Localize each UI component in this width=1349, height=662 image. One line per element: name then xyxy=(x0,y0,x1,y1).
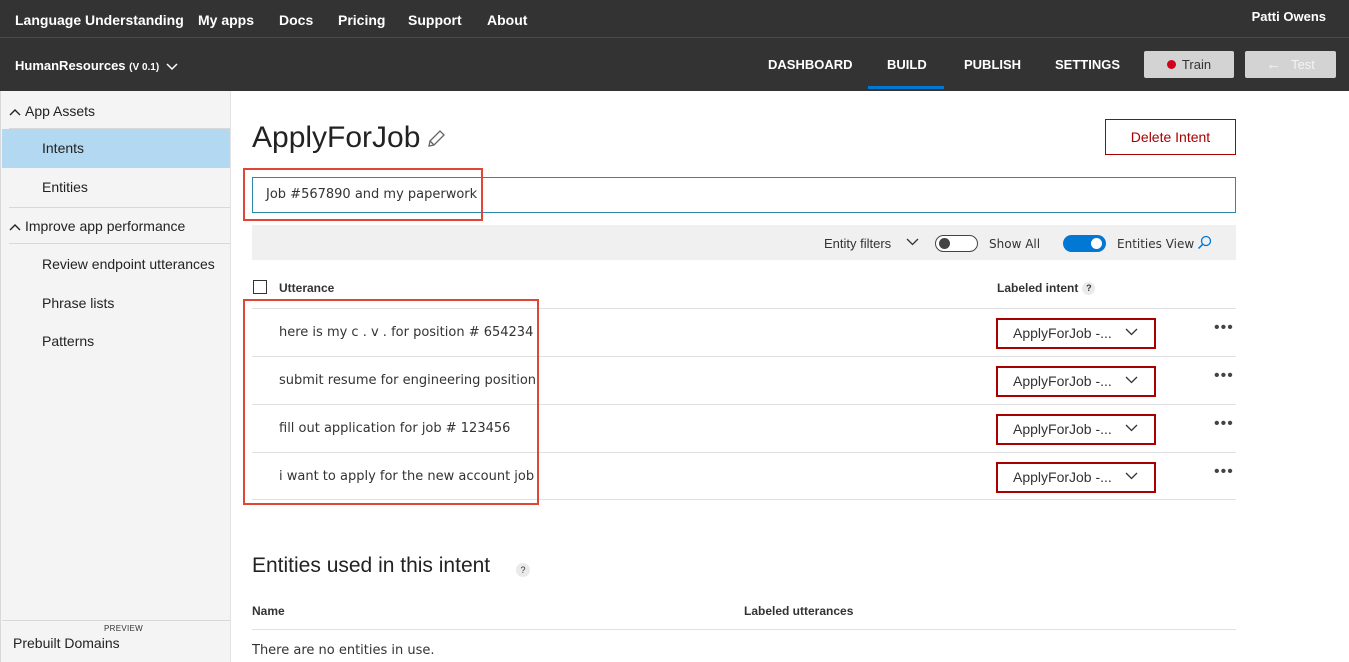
entity-filters-dropdown[interactable]: Entity filters xyxy=(824,236,891,251)
prebuilt-domains-label: Prebuilt Domains xyxy=(13,635,120,651)
chevron-down-icon xyxy=(166,63,178,70)
sidebar-item-entities[interactable]: Entities xyxy=(2,168,230,207)
chevron-down-icon xyxy=(1125,376,1138,384)
divider xyxy=(9,243,230,244)
intent-value: ApplyForJob -... xyxy=(1013,325,1112,341)
test-button[interactable]: ← Test xyxy=(1245,51,1336,78)
user-name[interactable]: Patti Owens xyxy=(1252,9,1326,24)
chevron-up-icon xyxy=(9,224,21,231)
nav-docs[interactable]: Docs xyxy=(279,12,313,28)
col-labeled-intent-label: Labeled intent xyxy=(997,281,1079,295)
entities-view-toggle[interactable] xyxy=(1063,235,1106,252)
search-icon[interactable] xyxy=(1197,235,1212,250)
status-dot-icon xyxy=(1166,60,1176,70)
help-icon[interactable]: ? xyxy=(1082,282,1096,295)
sidebar: App Assets Intents Entities Improve app … xyxy=(0,91,231,662)
divider xyxy=(9,207,230,208)
arrow-left-icon: ← xyxy=(1266,56,1282,73)
tab-publish[interactable]: PUBLISH xyxy=(964,57,1021,72)
train-button[interactable]: Train xyxy=(1144,51,1234,78)
sidebar-item-phrase-lists[interactable]: Phrase lists xyxy=(2,284,230,323)
app-selector[interactable]: HumanResources (V 0.1) xyxy=(15,58,178,73)
labeled-intent-dropdown[interactable]: ApplyForJob -... xyxy=(996,462,1156,493)
empty-state-text: There are no entities in use. xyxy=(252,643,435,658)
sidebar-section-improve[interactable]: Improve app performance xyxy=(9,218,230,234)
sidebar-section-label: Improve app performance xyxy=(25,218,186,234)
more-options-icon[interactable]: ••• xyxy=(1214,319,1234,337)
prebuilt-domains[interactable]: PREVIEW Prebuilt Domains xyxy=(2,620,230,662)
entities-section-title: Entities used in this intent xyxy=(252,554,491,577)
sidebar-item-intents[interactable]: Intents xyxy=(2,129,230,168)
help-icon[interactable]: ? xyxy=(516,563,530,577)
tab-settings[interactable]: SETTINGS xyxy=(1055,57,1120,72)
app-bar: HumanResources (V 0.1) DASHBOARD BUILD P… xyxy=(0,38,1349,91)
app-version: (V 0.1) xyxy=(129,62,160,73)
tab-dashboard[interactable]: DASHBOARD xyxy=(768,57,853,72)
intent-value: ApplyForJob -... xyxy=(1013,421,1112,437)
nav-my-apps[interactable]: My apps xyxy=(198,12,254,28)
edit-icon[interactable] xyxy=(426,129,446,149)
labeled-intent-dropdown[interactable]: ApplyForJob -... xyxy=(996,318,1156,349)
page-title: ApplyForJob xyxy=(252,121,421,154)
intent-value: ApplyForJob -... xyxy=(1013,373,1112,389)
more-options-icon[interactable]: ••• xyxy=(1214,367,1234,385)
nav-about[interactable]: About xyxy=(487,12,527,28)
labeled-intent-dropdown[interactable]: ApplyForJob -... xyxy=(996,414,1156,445)
tab-build[interactable]: BUILD xyxy=(887,57,927,72)
test-label: Test xyxy=(1291,57,1315,72)
col-labeled-intent: Labeled intent? xyxy=(997,281,1096,295)
col-labeled-utterances: Labeled utterances xyxy=(744,604,854,618)
sidebar-item-review-endpoint[interactable]: Review endpoint utterances xyxy=(2,245,230,284)
col-utterance: Utterance xyxy=(279,281,335,295)
sidebar-item-patterns[interactable]: Patterns xyxy=(2,322,230,361)
divider xyxy=(252,629,1236,630)
chevron-down-icon xyxy=(1125,328,1138,336)
col-name: Name xyxy=(252,604,285,618)
chevron-down-icon xyxy=(1125,424,1138,432)
more-options-icon[interactable]: ••• xyxy=(1214,463,1234,481)
sidebar-section-app-assets[interactable]: App Assets xyxy=(9,103,230,119)
brand-link[interactable]: Language Understanding xyxy=(15,12,184,28)
labeled-intent-dropdown[interactable]: ApplyForJob -... xyxy=(996,366,1156,397)
chevron-up-icon xyxy=(9,109,21,116)
top-nav-bar: Language Understanding My apps Docs Pric… xyxy=(0,0,1349,38)
preview-badge: PREVIEW xyxy=(104,624,143,633)
nav-support[interactable]: Support xyxy=(408,12,462,28)
more-options-icon[interactable]: ••• xyxy=(1214,415,1234,433)
entities-view-label: Entities View xyxy=(1117,237,1195,251)
intent-value: ApplyForJob -... xyxy=(1013,469,1112,485)
delete-intent-button[interactable]: Delete Intent xyxy=(1105,119,1236,155)
highlight-box xyxy=(243,299,539,505)
select-all-checkbox[interactable] xyxy=(253,280,267,294)
filter-bar: Entity filters Show All Entities View xyxy=(252,225,1236,260)
active-tab-indicator xyxy=(868,86,944,89)
highlight-box xyxy=(243,168,483,221)
sidebar-section-label: App Assets xyxy=(25,103,96,119)
show-all-label: Show All xyxy=(989,237,1041,251)
train-label: Train xyxy=(1181,57,1212,72)
show-all-toggle[interactable] xyxy=(935,235,978,252)
chevron-down-icon[interactable] xyxy=(906,238,919,246)
app-name: HumanResources xyxy=(15,58,126,73)
nav-pricing[interactable]: Pricing xyxy=(338,12,385,28)
chevron-down-icon xyxy=(1125,472,1138,480)
